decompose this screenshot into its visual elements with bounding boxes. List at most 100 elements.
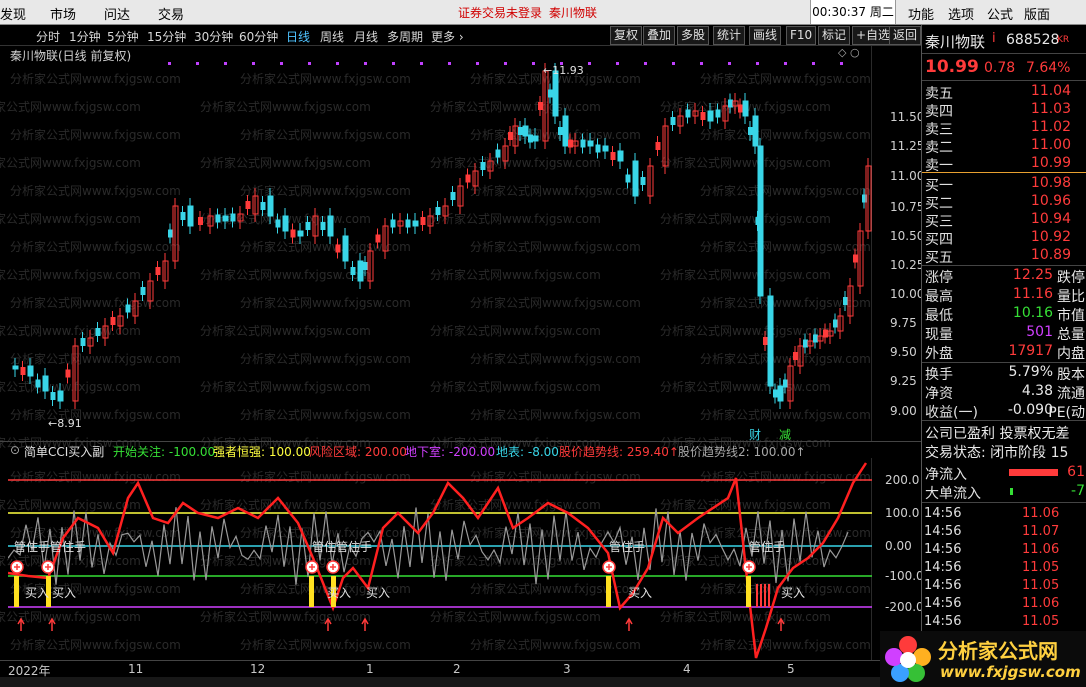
candle-body xyxy=(140,287,146,295)
price-tick-label: 9.25 xyxy=(890,374,917,388)
signal-bar xyxy=(764,584,766,607)
stat-row: 净资 4.38 流通 xyxy=(925,383,1085,402)
ask-row: 卖二 11.00 xyxy=(925,137,1085,156)
arrow-up-icon xyxy=(625,617,633,631)
cci-indicator-chart[interactable] xyxy=(8,458,872,660)
info-icon[interactable]: i xyxy=(992,31,996,46)
candle-body xyxy=(187,205,194,227)
annot-guanzhu-1: 管住手管住手 xyxy=(14,540,87,554)
stat-label: 外盘 xyxy=(925,346,953,362)
btn-back[interactable]: 返回 xyxy=(889,26,921,45)
candlestick-chart[interactable] xyxy=(8,46,872,442)
menu-wenda[interactable]: 问达 xyxy=(104,4,130,23)
period-tab-more[interactable]: 更多 › xyxy=(431,28,464,45)
indicator-dropdown-icon[interactable]: ⊙ xyxy=(10,443,20,457)
stat-row: 涨停 12.25 跌停 xyxy=(925,267,1085,286)
flower-logo-icon xyxy=(885,636,931,682)
stat-label-2: PE(动 xyxy=(1048,405,1085,421)
min-price-label: ←8.91 xyxy=(48,417,82,430)
annot-guanzhu-4: 管住手 xyxy=(749,540,786,554)
candle-body xyxy=(558,127,563,135)
candle-body xyxy=(522,125,529,137)
price-tick-label: 9.00 xyxy=(890,404,917,418)
tick-price: 11.06 xyxy=(1022,506,1060,521)
period-tab-weekly[interactable]: 周线 xyxy=(320,28,344,45)
arrow-up-icon xyxy=(777,617,785,631)
candle-body xyxy=(777,385,784,402)
price-tick-label: 9.75 xyxy=(890,316,917,330)
stat-label-2: 股本 xyxy=(1057,367,1085,383)
kr-badge: KR xyxy=(1057,35,1070,45)
candle-body xyxy=(495,149,501,158)
candle-body xyxy=(335,244,341,253)
period-tab-daily[interactable]: 日线 xyxy=(286,28,310,45)
signal-dot xyxy=(308,62,311,65)
divider xyxy=(922,362,1086,363)
divider xyxy=(922,53,1086,54)
candle-body xyxy=(655,142,661,150)
candle-body xyxy=(110,317,116,325)
flow-value: 61 xyxy=(1067,464,1085,480)
menu-layout[interactable]: 版面 xyxy=(1024,4,1050,23)
tick-time: 14:56 xyxy=(924,542,962,557)
candle-body xyxy=(763,337,768,345)
stat-value: -0.090 xyxy=(1007,402,1053,418)
candle-body xyxy=(357,260,364,282)
menu-trade[interactable]: 交易 xyxy=(158,4,184,23)
cci-tick-label: 0.00 xyxy=(885,539,912,553)
tick-row: 14:56 11.07 xyxy=(922,524,1082,542)
signal-dot xyxy=(252,62,255,65)
btn-overlay[interactable]: 叠加 xyxy=(643,26,676,45)
menu-discover[interactable]: 发现 xyxy=(0,4,26,23)
btn-statistics[interactable]: 统计 xyxy=(713,26,746,45)
flow-row: 大单流入 -7 xyxy=(925,483,1085,502)
logo-name: 分析家公式网 xyxy=(938,639,1058,663)
btn-mark[interactable]: 标记 xyxy=(818,26,851,45)
date-label-3: 3 xyxy=(563,662,571,676)
candle-body xyxy=(57,390,64,402)
cci-trend-line xyxy=(8,462,868,659)
tick-price: 11.05 xyxy=(1022,578,1060,593)
annot-buy-3: 买入 xyxy=(327,586,352,600)
login-warning[interactable]: 证券交易未登录 xyxy=(458,4,542,21)
period-tab-monthly[interactable]: 月线 xyxy=(354,28,378,45)
candle-body xyxy=(595,144,601,153)
annot-buy-2: 买入 xyxy=(52,586,77,600)
ask-label: 卖四 xyxy=(925,104,953,120)
tick-time: 14:56 xyxy=(924,596,962,611)
current-stock-label: 秦川物联 xyxy=(549,6,598,20)
btn-restore-rights[interactable]: 复权 xyxy=(610,26,643,45)
candle-body xyxy=(275,219,281,228)
ask-price: 11.03 xyxy=(1030,101,1071,117)
plus-circle-icon xyxy=(602,560,616,574)
period-tab-15min[interactable]: 15分钟 xyxy=(147,28,186,45)
candle-body xyxy=(823,329,828,338)
period-tab-5min[interactable]: 5分钟 xyxy=(107,28,139,45)
menu-market[interactable]: 市场 xyxy=(50,4,76,23)
buy-signal-bar xyxy=(606,576,611,607)
candle-body xyxy=(305,222,311,230)
menu-function[interactable]: 功能 xyxy=(908,4,934,23)
ask-price: 11.04 xyxy=(1030,83,1071,99)
bottom-tab-strip[interactable] xyxy=(0,677,921,687)
stat-value: 17917 xyxy=(1008,343,1053,359)
menu-formula[interactable]: 公式 xyxy=(987,4,1013,23)
candle-body xyxy=(27,365,34,377)
btn-draw-line[interactable]: 画线 xyxy=(749,26,782,45)
btn-add-watchlist[interactable]: +自选 xyxy=(852,26,895,45)
menu-options[interactable]: 选项 xyxy=(948,4,974,23)
tick-time: 14:56 xyxy=(924,506,962,521)
flow-bar xyxy=(1010,488,1013,495)
max-price-label: ←11.93 xyxy=(543,64,584,77)
btn-f10[interactable]: F10 xyxy=(786,26,817,45)
date-axis: 2022年 11 12 1 2 3 4 5 xyxy=(0,660,921,678)
btn-multi-stock[interactable]: 多股 xyxy=(677,26,710,45)
period-tab-1min[interactable]: 1分钟 xyxy=(69,28,101,45)
period-tab-multi[interactable]: 多周期 xyxy=(387,28,423,45)
ask-row: 卖三 11.02 xyxy=(925,119,1085,138)
stat-value: 5.79% xyxy=(1008,364,1053,380)
period-tab-30min[interactable]: 30分钟 xyxy=(194,28,233,45)
quote-panel: 秦川物联 i 688528 KR 10.99 0.78 7.64% 卖五 11.0… xyxy=(921,25,1086,687)
period-tab-60min[interactable]: 60分钟 xyxy=(239,28,278,45)
period-tab-fenshi[interactable]: 分时 xyxy=(36,28,60,45)
